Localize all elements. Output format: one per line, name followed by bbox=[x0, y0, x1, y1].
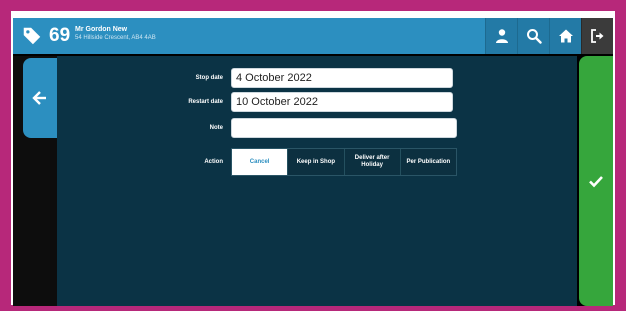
action-option-per-publication[interactable]: Per Publication bbox=[399, 149, 456, 175]
action-option-cancel[interactable]: Cancel bbox=[232, 149, 288, 175]
action-option-deliver-after-holiday[interactable]: Deliver after Holiday bbox=[343, 149, 400, 175]
confirm-button[interactable] bbox=[579, 56, 613, 306]
stop-delivery-form: Stop date 4 October 2022 Restart date 10… bbox=[57, 56, 577, 306]
user-icon bbox=[495, 29, 508, 43]
note-label: Note bbox=[209, 125, 223, 131]
sign-out-icon bbox=[590, 29, 603, 43]
home-icon bbox=[558, 29, 573, 43]
restart-date-label: Restart date bbox=[188, 99, 223, 105]
tag-icon bbox=[23, 27, 41, 45]
search-icon bbox=[526, 29, 542, 44]
customer-address: 54 Hillside Crescent, AB4 4AB bbox=[75, 35, 156, 41]
stop-date-field[interactable]: 4 October 2022 bbox=[231, 68, 453, 88]
action-option-keep-in-shop[interactable]: Keep in Shop bbox=[287, 149, 343, 175]
customer-name: Mr Gordon New bbox=[75, 26, 128, 33]
user-button[interactable] bbox=[485, 18, 517, 54]
note-field[interactable] bbox=[231, 118, 457, 138]
customer-info: Mr Gordon New 54 Hillside Crescent, AB4 … bbox=[75, 25, 156, 42]
app-window: 69 Mr Gordon New 54 Hillside Crescent, A… bbox=[13, 18, 613, 306]
search-button[interactable] bbox=[517, 18, 549, 54]
restart-date-field[interactable]: 10 October 2022 bbox=[231, 92, 453, 112]
stop-date-label: Stop date bbox=[195, 75, 223, 81]
top-bar: 69 Mr Gordon New 54 Hillside Crescent, A… bbox=[13, 18, 613, 54]
home-button[interactable] bbox=[549, 18, 581, 54]
back-button[interactable] bbox=[23, 58, 57, 138]
customer-number: 69 bbox=[49, 25, 71, 46]
logout-button[interactable] bbox=[581, 18, 613, 54]
arrow-left-icon bbox=[32, 91, 46, 105]
checkmark-icon bbox=[589, 176, 603, 188]
action-label: Action bbox=[204, 159, 223, 165]
action-selector: Cancel Keep in Shop Deliver after Holida… bbox=[231, 148, 457, 176]
